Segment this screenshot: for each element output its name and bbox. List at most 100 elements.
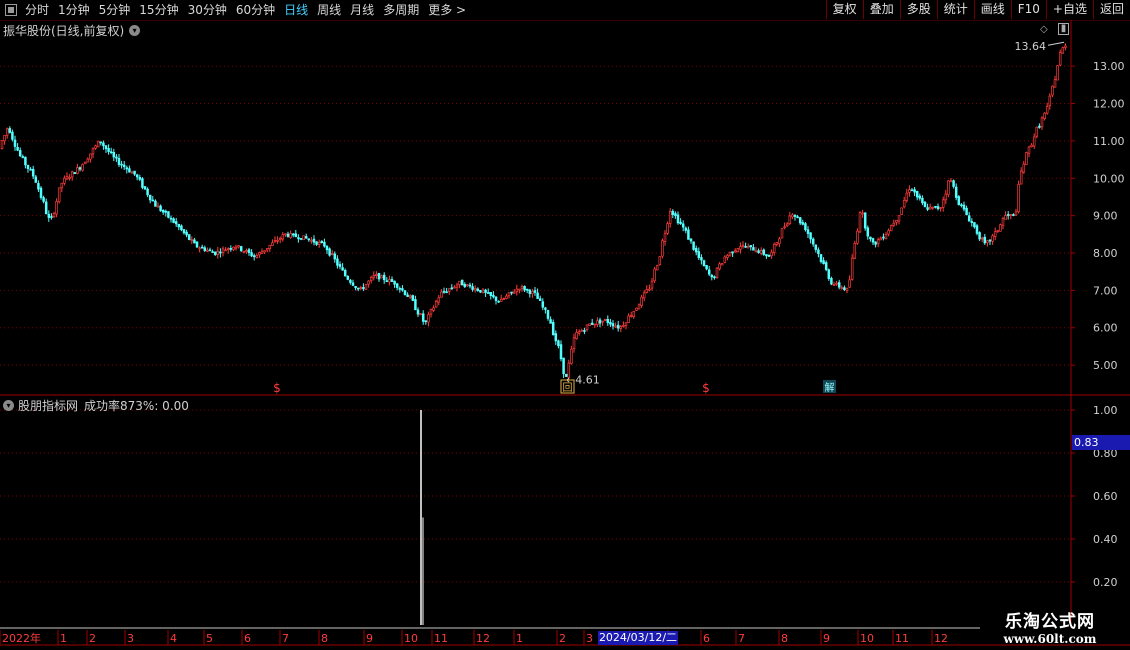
- candle-body: [655, 265, 659, 271]
- candle-body: [89, 153, 92, 160]
- candle-body: [910, 189, 914, 192]
- candle-body: [286, 233, 290, 237]
- candle-body: [689, 238, 693, 242]
- candle-body: [310, 239, 313, 242]
- candle-body: [388, 278, 391, 283]
- candle-body: [333, 253, 337, 260]
- candle-body: [744, 245, 747, 248]
- price-tick-label: 12.00: [1093, 98, 1125, 111]
- candle-body: [679, 221, 682, 225]
- watermark-url: www.60lt.com: [1003, 632, 1097, 646]
- candle-body: [996, 230, 1000, 232]
- candle-body: [219, 251, 222, 254]
- candle-body: [369, 276, 373, 281]
- candle-body: [414, 299, 417, 311]
- candle-body: [778, 238, 781, 244]
- candle-body: [307, 238, 311, 241]
- date-label: 10: [860, 632, 874, 645]
- price-tick-label: 11.00: [1093, 135, 1125, 148]
- chevron-down-icon[interactable]: ▾: [129, 25, 141, 36]
- candle-body: [297, 237, 300, 240]
- candle-body: [229, 248, 233, 250]
- candle-body: [200, 246, 204, 249]
- candle-body: [195, 241, 199, 248]
- candle-body: [94, 145, 97, 149]
- candle-body: [733, 250, 737, 253]
- candle-body: [892, 222, 896, 226]
- candle-body: [632, 311, 636, 317]
- candle-body: [762, 249, 766, 255]
- indicator-tick-label: 1.00: [1093, 404, 1118, 417]
- candle-body: [520, 285, 524, 289]
- candle-body: [401, 288, 404, 291]
- candle-body: [336, 258, 339, 266]
- candle-body: [923, 201, 927, 208]
- candle-body: [941, 199, 945, 208]
- candle-body: [523, 286, 526, 291]
- candle-body: [609, 322, 612, 325]
- candle-body: [1006, 214, 1010, 216]
- candle-body: [596, 320, 599, 325]
- candle-body: [843, 287, 846, 291]
- candle-body: [382, 274, 386, 281]
- stock-chart[interactable]: 13.0012.0011.0010.009.008.007.006.005.00…: [0, 0, 1130, 650]
- candle-body: [39, 187, 43, 198]
- candle-body: [499, 298, 503, 302]
- candle-body: [882, 236, 885, 239]
- candle-body: [338, 264, 342, 267]
- candle-body: [788, 215, 792, 224]
- candle-body: [377, 272, 381, 280]
- candle-body: [29, 168, 32, 171]
- candle-body: [884, 234, 888, 240]
- candle-body: [710, 274, 714, 278]
- high-pointer: [1047, 41, 1065, 46]
- candle-body: [663, 233, 667, 242]
- candle-body: [489, 292, 493, 296]
- candle-body: [879, 237, 883, 241]
- candle-body: [970, 221, 974, 223]
- candle-body: [1017, 184, 1020, 212]
- candle-body: [512, 291, 516, 294]
- candle-body: [983, 236, 987, 244]
- panel-icon[interactable]: ▮: [1058, 23, 1069, 35]
- candle-body: [624, 322, 628, 326]
- indicator-chevron-icon[interactable]: ▾: [3, 400, 14, 411]
- candle-body: [424, 320, 428, 323]
- candle-body: [918, 195, 922, 199]
- crosshair-date: 2024/03/12/二: [598, 631, 678, 645]
- candle-body: [68, 177, 71, 179]
- candle-body: [702, 260, 706, 267]
- candle-body: [320, 240, 324, 244]
- candle-body: [718, 263, 721, 270]
- candle-body: [284, 233, 287, 236]
- candle-body: [960, 204, 963, 207]
- candle-body: [372, 274, 376, 278]
- candle-body: [341, 267, 344, 271]
- candle-body: [263, 250, 266, 253]
- candle-body: [453, 286, 456, 289]
- candle-body: [260, 251, 264, 254]
- candle-body: [31, 168, 35, 177]
- candle-body: [375, 274, 378, 276]
- candle-body: [671, 210, 675, 215]
- candle-body: [606, 318, 610, 324]
- candle-body: [832, 283, 836, 286]
- candle-body: [190, 239, 194, 242]
- candle-body: [216, 250, 220, 256]
- candle-body: [1019, 170, 1023, 185]
- candle-body: [780, 228, 784, 239]
- diamond-icon[interactable]: ◇: [1040, 24, 1048, 35]
- candle-body: [252, 255, 256, 258]
- price-tick-label: 10.00: [1093, 172, 1125, 185]
- candle-body: [328, 248, 331, 256]
- candle-body: [619, 326, 623, 329]
- candle-body: [622, 325, 625, 327]
- candle-body: [427, 314, 430, 323]
- candle-body: [271, 242, 274, 246]
- candle-body: [928, 206, 932, 210]
- candle-body: [986, 240, 989, 244]
- candle-body: [837, 282, 841, 288]
- candle-body: [16, 147, 19, 151]
- candle-body: [34, 176, 38, 183]
- candle-body: [811, 238, 815, 245]
